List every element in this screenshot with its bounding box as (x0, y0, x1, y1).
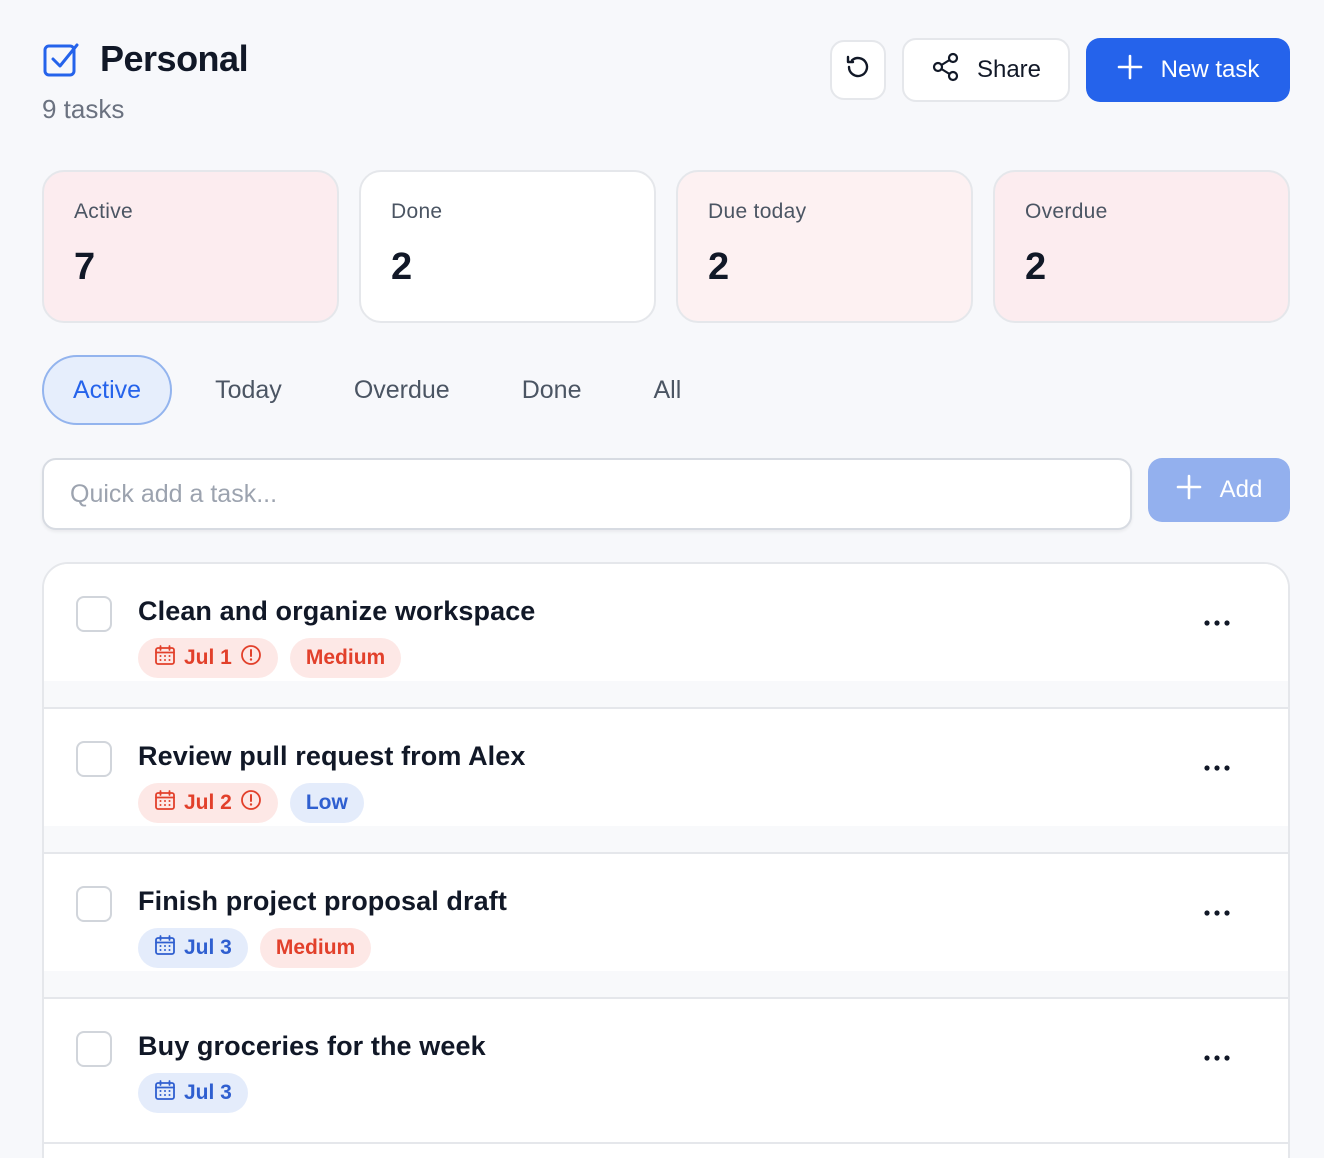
add-button[interactable]: Add (1148, 458, 1290, 522)
tab-overdue[interactable]: Overdue (325, 355, 479, 425)
task-checkbox[interactable] (76, 886, 112, 922)
filter-tabs: Active Today Overdue Done All (42, 355, 724, 425)
stat-card-due-today: Due today 2 (676, 170, 973, 323)
task-title: Review pull request from Alex (138, 741, 526, 771)
more-horizontal-icon[interactable] (1202, 1043, 1232, 1073)
stat-card-overdue: Overdue 2 (993, 170, 1290, 323)
due-date: Jul 1 (184, 646, 232, 669)
quick-add-input[interactable] (42, 458, 1132, 530)
task-title: Buy groceries for the week (138, 1031, 486, 1061)
stat-label: Active (74, 200, 133, 223)
calendar-icon (154, 789, 176, 817)
row-footer-strip (44, 826, 1288, 852)
tab-today[interactable]: Today (186, 355, 311, 425)
due-date-chip: Jul 2 (138, 783, 278, 823)
plus-icon (1117, 54, 1143, 87)
header-actions: Share New task (830, 38, 1290, 102)
more-horizontal-icon[interactable] (1202, 898, 1232, 928)
task-chips: Jul 1 Medium (138, 638, 402, 678)
tab-all[interactable]: All (624, 355, 710, 425)
task-checkbox[interactable] (76, 596, 112, 632)
tab-active[interactable]: Active (42, 355, 173, 425)
share-icon (931, 52, 961, 89)
stat-value: 7 (74, 246, 96, 288)
due-date-chip: Jul 3 (138, 928, 248, 968)
calendar-icon (154, 644, 176, 672)
stat-value: 2 (1025, 246, 1047, 288)
task-checkbox[interactable] (76, 741, 112, 777)
quick-add-row: Add (42, 458, 1290, 530)
new-task-label: New task (1160, 56, 1260, 83)
share-label: Share (976, 56, 1042, 83)
due-date-chip: Jul 1 (138, 638, 278, 678)
task-row[interactable]: Finish project proposal draft Jul 3 Medi… (44, 854, 1288, 999)
tab-done[interactable]: Done (493, 355, 611, 425)
stats-row: Active 7 Done 2 Due today 2 Overdue 2 (42, 170, 1290, 323)
stat-value: 2 (391, 246, 413, 288)
more-horizontal-icon[interactable] (1202, 753, 1232, 783)
task-list: Clean and organize workspace Jul 1 Mediu… (42, 562, 1290, 1158)
due-date: Jul 2 (184, 791, 232, 814)
stat-card-active: Active 7 (42, 170, 339, 323)
stat-label: Overdue (1025, 200, 1108, 223)
stat-label: Due today (708, 200, 807, 223)
page-header: Personal 9 tasks Share New task (42, 38, 1290, 138)
due-date-chip: Jul 3 (138, 1073, 248, 1113)
stat-card-done: Done 2 (359, 170, 656, 323)
page-title: Personal (100, 38, 249, 79)
plus-icon (1176, 474, 1202, 507)
task-chips: Jul 3 Medium (138, 928, 372, 968)
task-row[interactable]: Review pull request from Alex Jul 2 Low (44, 709, 1288, 854)
task-title: Clean and organize workspace (138, 596, 536, 626)
share-button[interactable]: Share (902, 38, 1070, 102)
add-label: Add (1219, 476, 1263, 503)
checkbox-icon (42, 40, 80, 78)
task-chips: Jul 2 Low (138, 783, 364, 823)
priority-chip: Low (289, 783, 364, 823)
task-title: Finish project proposal draft (138, 886, 507, 916)
due-date: Jul 3 (184, 936, 232, 959)
task-checkbox[interactable] (76, 1031, 112, 1067)
row-footer-strip (44, 971, 1288, 997)
task-list-page: Personal 9 tasks Share New task Active 7… (0, 0, 1324, 1158)
task-row[interactable]: Clean and organize workspace Jul 1 Mediu… (44, 564, 1288, 709)
row-footer-strip (44, 681, 1288, 707)
refresh-button[interactable] (830, 40, 886, 100)
calendar-icon (154, 1079, 176, 1107)
stat-value: 2 (708, 246, 730, 288)
more-horizontal-icon[interactable] (1202, 608, 1232, 638)
stat-label: Done (391, 200, 443, 223)
priority-chip: Medium (259, 928, 372, 968)
priority-chip: Medium (289, 638, 402, 678)
calendar-icon (154, 934, 176, 962)
alert-circle-icon (240, 789, 262, 817)
task-chips: Jul 3 (138, 1073, 248, 1113)
due-date: Jul 3 (184, 1081, 232, 1104)
task-row[interactable]: Buy groceries for the week Jul 3 (44, 999, 1288, 1144)
alert-circle-icon (240, 644, 262, 672)
refresh-icon (843, 52, 873, 89)
new-task-button[interactable]: New task (1086, 38, 1290, 102)
